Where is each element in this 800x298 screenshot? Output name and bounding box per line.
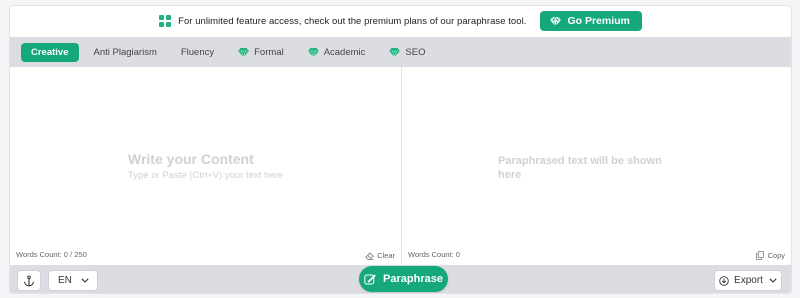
diamond-icon <box>238 47 250 57</box>
language-select[interactable]: EN <box>48 270 98 291</box>
go-premium-button[interactable]: Go Premium <box>540 11 642 31</box>
promo-text: For unlimited feature access, check out … <box>178 15 527 27</box>
eraser-icon <box>365 251 374 260</box>
tab-label: Anti Plagiarism <box>93 46 157 58</box>
input-pane[interactable]: Write your Content Type or Paste (Ctrl+V… <box>10 67 402 265</box>
editor-area: Write your Content Type or Paste (Ctrl+V… <box>10 67 791 265</box>
promo-content: For unlimited feature access, check out … <box>159 11 642 31</box>
download-circle-icon <box>719 275 729 286</box>
diamond-icon <box>307 47 319 57</box>
clear-label: Clear <box>377 251 395 260</box>
diamond-icon <box>389 47 401 57</box>
copy-icon <box>756 251 765 260</box>
clear-button[interactable]: Clear <box>365 251 395 260</box>
input-word-count: Words Count: 0 / 250 <box>16 250 87 259</box>
tab-creative[interactable]: Creative <box>21 42 79 62</box>
magic-pen-icon <box>364 274 376 285</box>
bottom-toolbar: EN Paraphrase Export <box>10 265 791 293</box>
tab-label: SEO <box>405 46 426 58</box>
diamond-icon <box>550 16 562 26</box>
tab-label: Formal <box>254 46 284 58</box>
input-subtitle: Type or Paste (Ctrl+V) your text here <box>128 170 283 181</box>
export-label: Export <box>734 275 763 286</box>
tab-fluency[interactable]: Fluency <box>172 43 223 62</box>
output-placeholder: Paraphrased text will be shown here <box>498 155 662 181</box>
output-word-count: Words Count: 0 <box>408 250 460 259</box>
grid-icon <box>159 15 172 27</box>
mode-tabs: Creative Anti Plagiarism Fluency Formal … <box>10 37 791 67</box>
output-pane: Paraphrased text will be shown here Word… <box>402 67 791 265</box>
paraphrase-tool: For unlimited feature access, check out … <box>9 5 792 294</box>
promo-bar: For unlimited feature access, check out … <box>10 6 791 36</box>
paraphrase-label: Paraphrase <box>383 273 443 285</box>
chevron-down-icon <box>81 278 89 283</box>
paraphrase-button[interactable]: Paraphrase <box>359 266 448 292</box>
export-button[interactable]: Export <box>714 270 782 291</box>
chevron-down-icon <box>769 278 777 283</box>
tab-seo[interactable]: SEO <box>380 43 434 62</box>
copy-button[interactable]: Copy <box>756 251 785 260</box>
tab-label: Fluency <box>180 46 215 58</box>
upload-button[interactable] <box>17 270 41 291</box>
tab-label: Creative <box>31 46 69 58</box>
tab-anti-plagiarism[interactable]: Anti Plagiarism <box>85 43 166 62</box>
tab-academic[interactable]: Academic <box>299 43 375 62</box>
tab-label: Academic <box>323 46 366 58</box>
go-premium-label: Go Premium <box>567 15 630 27</box>
language-label: EN <box>58 275 72 286</box>
input-title: Write your Content <box>128 151 254 167</box>
copy-label: Copy <box>767 251 785 260</box>
anchor-icon <box>24 275 34 286</box>
tab-formal[interactable]: Formal <box>229 43 293 62</box>
